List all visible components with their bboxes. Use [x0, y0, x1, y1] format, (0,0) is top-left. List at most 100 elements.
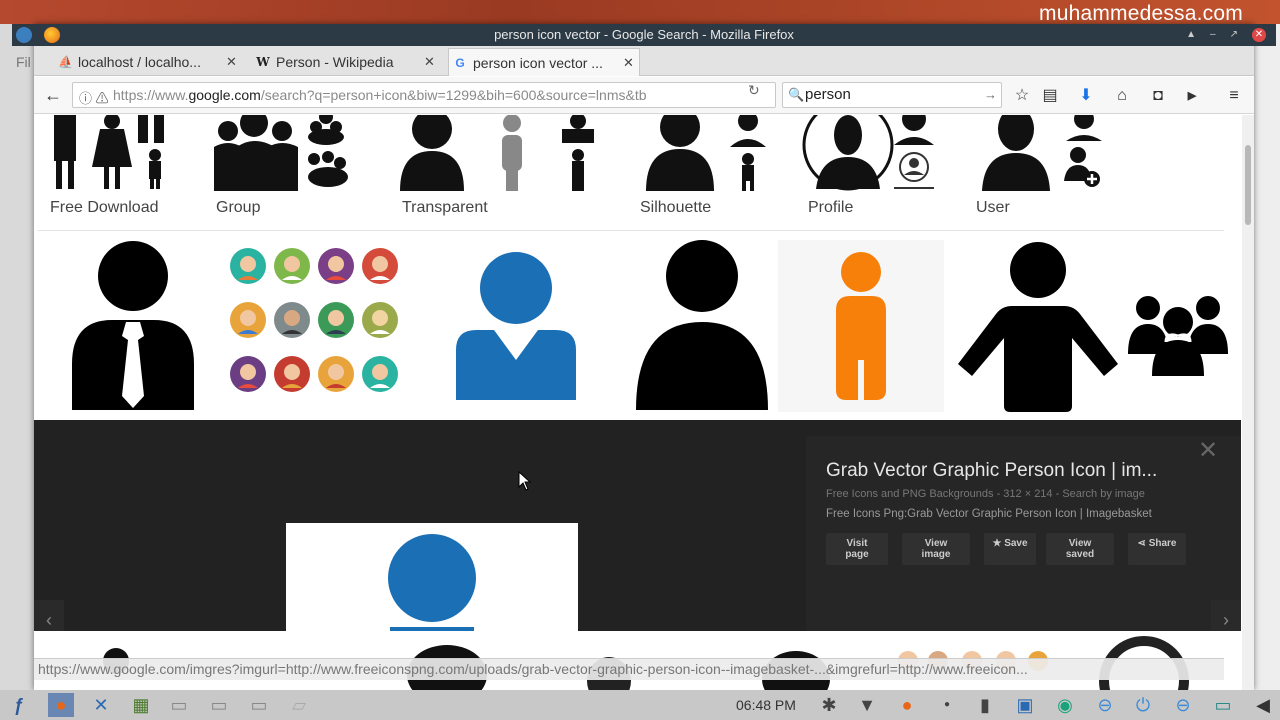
chip-group[interactable]: Group [206, 115, 370, 221]
view-image-button[interactable]: View image [902, 533, 970, 565]
url-prefix: https://www. [113, 87, 189, 103]
scrollbar-thumb[interactable] [1245, 145, 1251, 225]
image-result-person-tie[interactable] [68, 240, 198, 417]
lock-screen-icon[interactable]: ⊖ [1092, 693, 1118, 717]
shade-icon[interactable]: ▲ [1186, 24, 1196, 46]
view-saved-button[interactable]: View saved [1046, 533, 1114, 565]
menu-icon[interactable]: ≡ [1224, 86, 1244, 106]
back-button[interactable]: ← [42, 84, 64, 106]
image-result-group-people[interactable] [1128, 292, 1228, 387]
downloads-icon[interactable]: ⬇ [1076, 86, 1096, 106]
youtube-icon[interactable]: ▶ [1182, 86, 1202, 106]
url-bar[interactable]: ⓘ ⚠ https://www.google.com/search?q=pers… [72, 82, 776, 108]
preview-description: Free Icons Png:Grab Vector Graphic Perso… [826, 508, 1152, 520]
divider [38, 230, 1224, 231]
display-icon[interactable]: ▣ [1012, 693, 1038, 717]
site-info-icon[interactable]: ⓘ ⚠ [79, 87, 109, 107]
search-bar[interactable]: 🔍 person → [782, 82, 1002, 108]
bookmark-star-icon[interactable]: ☆ [1012, 86, 1032, 106]
chip-profile[interactable]: Profile [798, 115, 944, 221]
show-desktop-icon[interactable]: ▭ [1210, 693, 1236, 717]
phpmyadmin-icon: ⛵ [58, 55, 73, 69]
url-domain: google.com [188, 87, 261, 103]
image-result-blue-person[interactable] [452, 250, 580, 411]
close-tab-icon[interactable]: ✕ [424, 48, 435, 76]
user-icon[interactable]: ◉ [1052, 693, 1078, 717]
tab-localhost[interactable]: ⛵ localhost / localho... ✕ [54, 48, 244, 76]
volume-icon[interactable]: ◀ [1250, 693, 1276, 717]
close-window-button[interactable]: ✕ [1252, 28, 1266, 42]
page-scrollbar[interactable] [1242, 115, 1254, 690]
preview-meta: Free Icons and PNG Backgrounds - 312 × 2… [826, 488, 1145, 500]
button-label: saved [1065, 549, 1095, 560]
pocket-icon[interactable]: ◘ [1148, 86, 1168, 106]
reload-icon[interactable]: ↻ [748, 82, 760, 99]
chip-label: Profile [808, 199, 854, 216]
firefox-icon [44, 27, 60, 43]
chip-transparent[interactable]: Transparent [392, 115, 610, 221]
url-path: /search?q=person+icon&biw=1299&bih=600&s… [260, 87, 647, 103]
status-bar-url: https://www.google.com/imgres?imgurl=htt… [34, 658, 1224, 680]
image-result-orange-person[interactable] [778, 240, 944, 412]
image-result-avatar-grid[interactable] [226, 246, 402, 411]
dot-icon: ● [943, 699, 951, 710]
window-icon[interactable]: ▭ [166, 693, 192, 717]
maximize-icon[interactable]: ↗ [1230, 24, 1238, 46]
firefox-tray-icon[interactable]: ● [894, 693, 920, 717]
button-label: page [845, 549, 869, 560]
tab-wikipedia[interactable]: W Person - Wikipedia ✕ [252, 48, 442, 76]
chip-label: User [976, 199, 1010, 216]
home-icon[interactable]: ⌂ [1112, 86, 1132, 106]
wikipedia-icon: W [256, 55, 270, 69]
search-go-icon[interactable]: → [984, 83, 997, 107]
button-label: Share [1148, 538, 1177, 549]
system-monitor-icon[interactable]: ▦ [128, 693, 154, 717]
preview-image[interactable] [286, 523, 578, 631]
save-button[interactable]: ★ Save [984, 533, 1036, 565]
tab-label: localhost / localho... [78, 54, 201, 70]
app-launcher-icon[interactable]: ✕ [88, 693, 114, 717]
chip-silhouette[interactable]: Silhouette [630, 115, 776, 221]
firefox-window: person icon vector - Google Search - Moz… [12, 24, 1276, 690]
bluetooth-icon[interactable]: ✱ [816, 693, 842, 717]
minimize-icon[interactable]: – [1210, 24, 1216, 46]
close-tab-icon[interactable]: ✕ [226, 48, 237, 76]
chip-thumbnail [982, 115, 1102, 191]
window-title: person icon vector - Google Search - Moz… [494, 27, 794, 42]
clock[interactable]: 06:48 PM [736, 690, 796, 720]
wifi-icon[interactable]: ▼ [854, 693, 880, 717]
firefox-taskbar-icon[interactable]: ● [48, 693, 74, 717]
power-icon[interactable]: ⏻ [1130, 693, 1156, 717]
chip-user[interactable]: User [966, 115, 1114, 221]
button-label: Save [1004, 538, 1028, 549]
chip-label: Group [216, 199, 261, 216]
clipboard-icon[interactable]: ▮ [972, 693, 998, 717]
tab-label: Person - Wikipedia [276, 54, 394, 70]
title-bar: person icon vector - Google Search - Moz… [12, 24, 1276, 46]
chip-thumbnail [54, 115, 164, 189]
chip-label: Transparent [402, 199, 488, 216]
fedora-menu-icon[interactable]: ƒ [6, 693, 32, 717]
chip-label: Silhouette [640, 199, 712, 216]
search-value: person [805, 86, 851, 103]
share-button[interactable]: ⋖ Share [1128, 533, 1186, 565]
system-menu-icon[interactable] [16, 27, 32, 43]
chip-free-download[interactable]: Free Download [40, 115, 184, 221]
close-tab-icon[interactable]: ✕ [623, 49, 634, 77]
tab-google-search[interactable]: G person icon vector ... ✕ [448, 48, 640, 76]
window-icon[interactable]: ▱ [286, 693, 312, 717]
chip-thumbnail [400, 115, 594, 191]
window-icon[interactable]: ▭ [246, 693, 272, 717]
logout-icon[interactable]: ⊖ [1170, 693, 1196, 717]
close-preview-icon[interactable]: ✕ [1198, 436, 1218, 465]
mouse-cursor-icon [518, 471, 532, 491]
window-icon[interactable]: ▭ [206, 693, 232, 717]
preview-title[interactable]: Grab Vector Graphic Person Icon | im... [826, 460, 1157, 482]
image-result-arms-person[interactable] [952, 240, 1124, 417]
button-label: Visit [846, 538, 868, 549]
image-result-black-person[interactable] [634, 240, 770, 417]
button-label: image [921, 549, 951, 560]
reading-list-icon[interactable]: ▤ [1040, 86, 1060, 106]
visit-page-button[interactable]: Visit page [826, 533, 888, 565]
desktop-right-edge [1254, 24, 1280, 690]
